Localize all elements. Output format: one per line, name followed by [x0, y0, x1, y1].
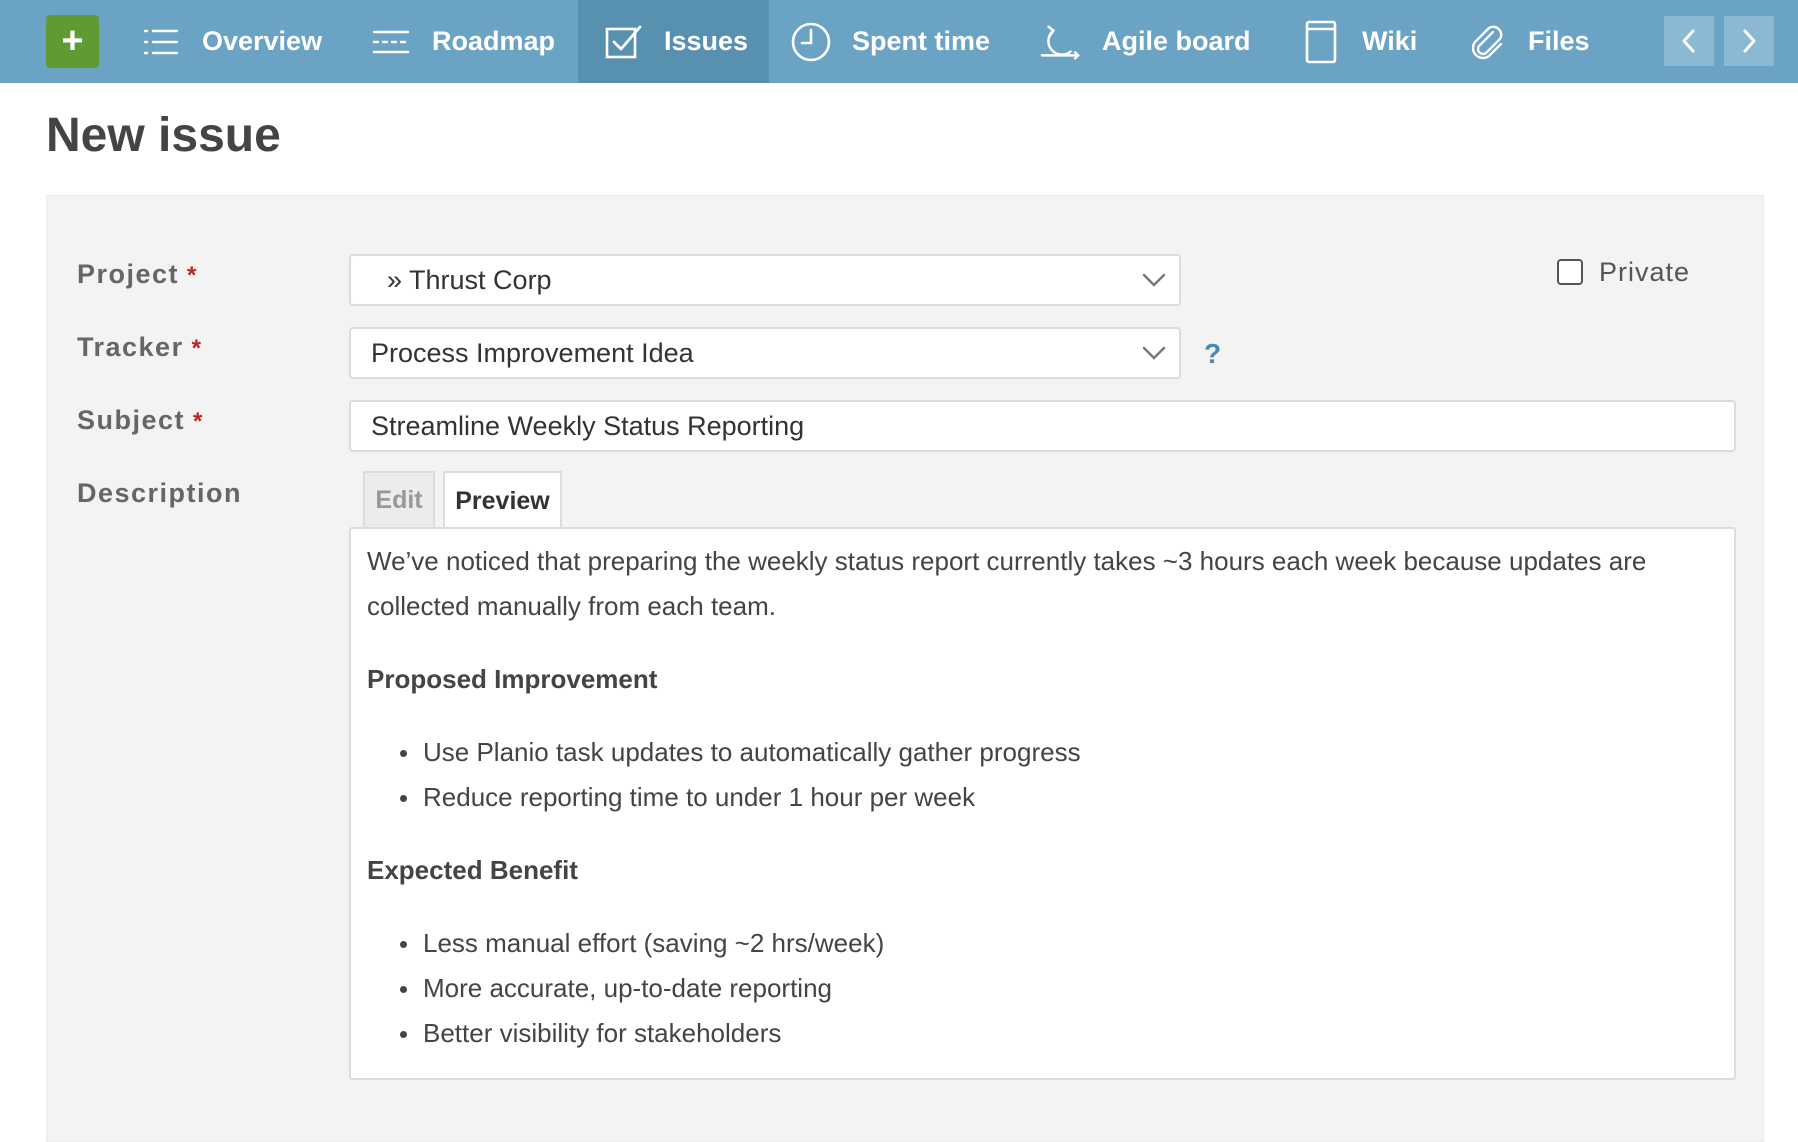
- clock-icon: [790, 21, 832, 63]
- chevron-down-icon: [1129, 256, 1179, 304]
- subject-label: Subject *: [77, 405, 204, 436]
- paperclip-icon: [1466, 21, 1508, 63]
- tab-preview[interactable]: Preview: [443, 471, 562, 530]
- list-item: Use Planio task updates to automatically…: [400, 730, 1718, 775]
- tab-overview[interactable]: Overview: [140, 0, 322, 83]
- proposed-improvement-list: Use Planio task updates to automatically…: [367, 730, 1718, 820]
- tab-spent-time-label: Spent time: [852, 26, 991, 56]
- checkbox-icon: [602, 21, 644, 63]
- new-item-button[interactable]: +: [46, 15, 99, 68]
- private-option: Private: [1557, 246, 1690, 298]
- tab-wiki-label: Wiki: [1362, 26, 1418, 56]
- project-select[interactable]: » Thrust Corp: [349, 254, 1181, 306]
- tracker-select-value: Process Improvement Idea: [371, 337, 694, 368]
- project-label: Project *: [77, 259, 198, 290]
- private-checkbox[interactable]: [1557, 259, 1583, 285]
- required-mark: *: [191, 335, 203, 362]
- tab-agile-board-label: Agile board: [1102, 26, 1251, 56]
- chevron-right-icon: [1743, 29, 1756, 53]
- required-mark: *: [187, 262, 198, 289]
- page-title: New issue: [46, 109, 281, 162]
- roadmap-icon: [370, 21, 412, 63]
- top-nav: + Overview Roadmap Issues Spent time Agi…: [0, 0, 1798, 83]
- list-icon: [140, 21, 182, 63]
- tab-overview-label: Overview: [202, 26, 323, 56]
- section-heading: Proposed Improvement: [367, 664, 658, 694]
- tab-files-label: Files: [1528, 26, 1590, 56]
- subject-label-text: Subject: [77, 405, 186, 435]
- tab-spent-time[interactable]: Spent time: [790, 0, 990, 83]
- list-item: More accurate, up-to-date reporting: [400, 966, 1718, 1011]
- list-item: Reduce reporting time to under 1 hour pe…: [400, 775, 1718, 820]
- scroll-left-button[interactable]: [1664, 16, 1714, 66]
- description-label: Description: [77, 478, 243, 508]
- tracker-help-icon[interactable]: ?: [1204, 338, 1221, 370]
- issue-form: Project * » Thrust Corp Private Tracker * …: [46, 195, 1764, 1142]
- private-label: Private: [1599, 256, 1691, 287]
- description-intro: We’ve noticed that preparing the weekly …: [367, 546, 1647, 621]
- tab-wiki[interactable]: Wiki: [1300, 0, 1417, 83]
- chevron-left-icon: [1682, 29, 1695, 53]
- tracker-label: Tracker *: [77, 332, 202, 363]
- tab-roadmap-label: Roadmap: [432, 26, 556, 56]
- project-select-value: » Thrust Corp: [387, 264, 552, 295]
- scroll-right-button[interactable]: [1724, 16, 1774, 66]
- project-label-text: Project: [77, 259, 180, 289]
- list-item: Better visibility for stakeholders: [400, 1011, 1718, 1056]
- tab-edit[interactable]: Edit: [363, 471, 435, 528]
- page-icon: [1300, 20, 1342, 63]
- tracker-label-text: Tracker: [77, 332, 184, 362]
- subject-input[interactable]: [349, 400, 1736, 452]
- refresh-icon: [1040, 21, 1082, 63]
- required-mark: *: [193, 408, 204, 435]
- tracker-select[interactable]: Process Improvement Idea: [349, 327, 1181, 379]
- tab-issues-label: Issues: [664, 26, 749, 56]
- chevron-down-icon: [1129, 329, 1179, 377]
- section-heading: Expected Benefit: [367, 855, 578, 885]
- list-item: Less manual effort (saving ~2 hrs/week): [400, 921, 1718, 966]
- tab-files[interactable]: Files: [1466, 0, 1590, 83]
- tab-roadmap[interactable]: Roadmap: [370, 0, 555, 83]
- description-preview: We’ve noticed that preparing the weekly …: [349, 527, 1736, 1080]
- tab-issues[interactable]: Issues: [578, 0, 769, 83]
- expected-benefit-list: Less manual effort (saving ~2 hrs/week) …: [367, 921, 1718, 1056]
- tab-agile-board[interactable]: Agile board: [1040, 0, 1251, 83]
